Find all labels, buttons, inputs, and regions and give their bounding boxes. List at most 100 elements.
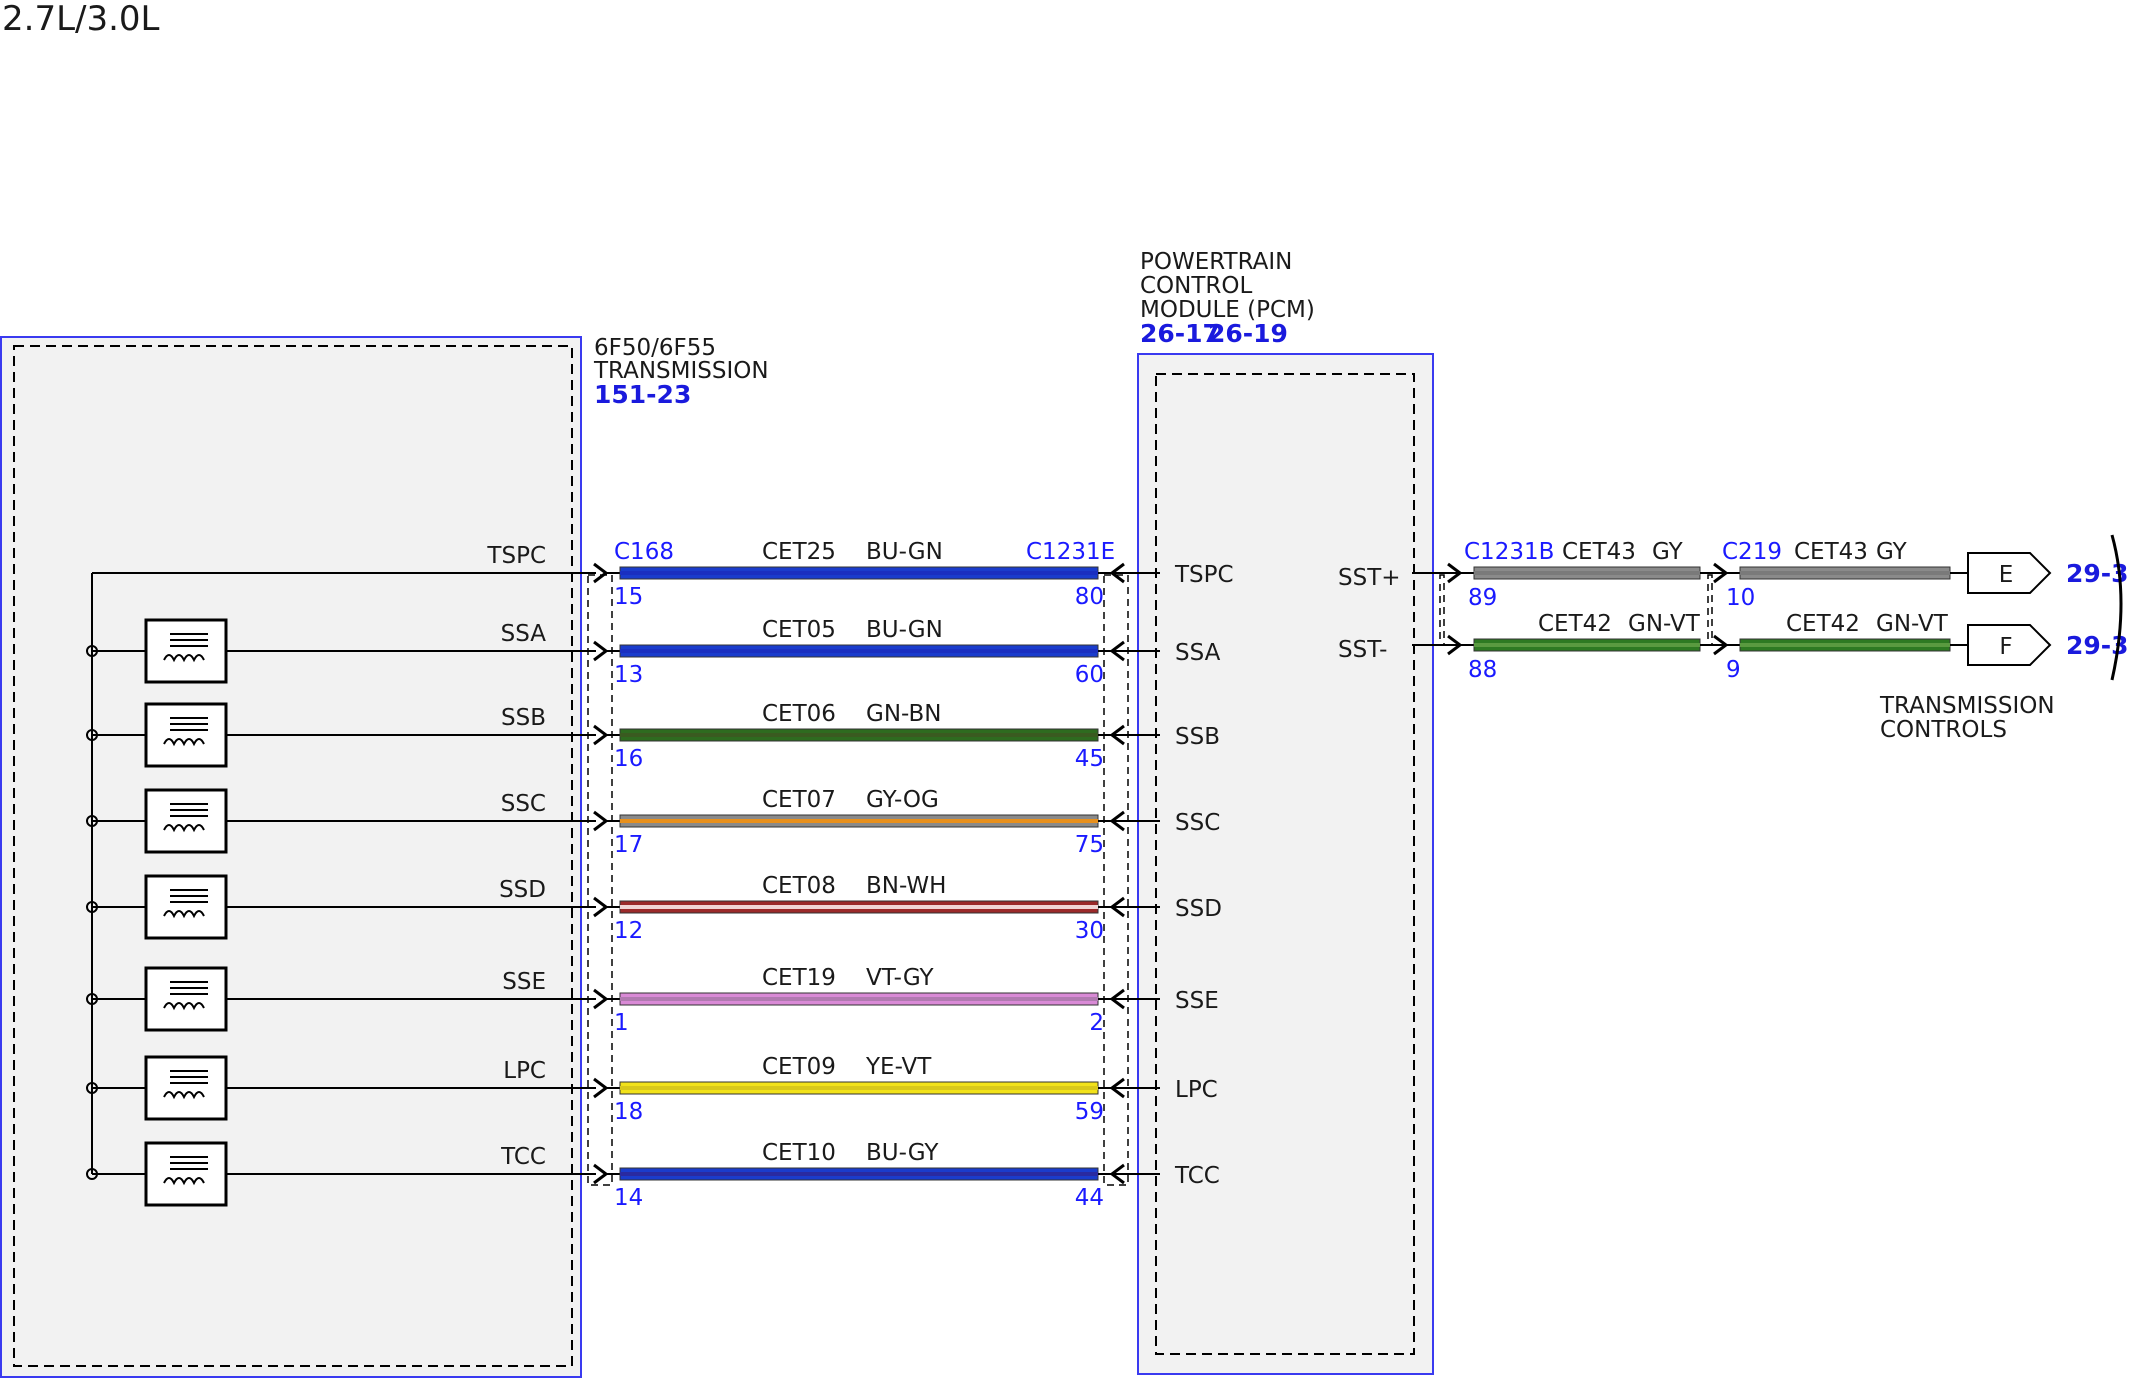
wire-cet05[interactable] [619,644,1099,658]
wire-segment-2[interactable] [1739,566,1951,580]
right-row: SST-CET42 GN-VT CET42 GN-VT88 9F 29-3 [1338,611,2129,683]
pcm-output-signal: SST+ [1338,565,1401,591]
wire-segment-1[interactable] [1473,566,1701,580]
wire-color-code: GN-BN [866,701,942,727]
connector-c1231b[interactable]: C1231B [1464,539,1554,565]
transmission-controls-label-line2: CONTROLS [1880,717,2007,743]
pin-pcm[interactable]: 44 [1075,1185,1104,1211]
pin-transmission[interactable]: 13 [614,662,643,688]
connector-c1231b-outline [1439,574,1445,646]
pcm-name-line1: POWERTRAIN [1140,249,1292,275]
circuit-id: CET06 [762,701,836,727]
signal-label-transmission: SSD [499,877,546,903]
pin-c219[interactable]: 9 [1726,657,1741,683]
pcm-output-signal: SST- [1338,637,1387,663]
transmission-ref[interactable]: 151-23 [594,380,691,409]
solenoid-icon [144,874,228,940]
circuit-id: CET25 [762,539,836,565]
wire-color-code: BU-GN [866,617,943,643]
signal-label-transmission: SSA [501,621,547,647]
wire-color-code: YE-VT [865,1054,932,1080]
signal-label-pcm: SSB [1175,724,1220,750]
pin-pcm[interactable]: 2 [1089,1010,1104,1036]
pin-transmission[interactable]: 17 [614,832,643,858]
circuit-id: CET19 [762,965,836,991]
circuit-id: CET43 [1562,539,1636,565]
wire-cet07[interactable] [619,814,1099,828]
wire-segment-1[interactable] [1473,638,1701,652]
pin-pcm[interactable]: 30 [1075,918,1104,944]
wire-cet06[interactable] [619,728,1099,742]
connector-c1231e[interactable]: C1231E [1026,539,1115,565]
transmission-controls-label-line1: TRANSMISSION [1879,693,2055,719]
wire-cet25[interactable] [619,566,1099,580]
signal-label-transmission: LPC [503,1058,546,1084]
connector-c1231e-outline [1103,574,1129,1186]
solenoid-icon [144,702,228,768]
pin-transmission[interactable]: 1 [614,1010,629,1036]
wire-cet19[interactable] [619,992,1099,1006]
pin-c1231b[interactable]: 88 [1468,657,1497,683]
circuit-id: CET07 [762,787,836,813]
signal-label-transmission: SSC [501,791,546,817]
solenoid-icon [144,618,228,684]
signal-label-pcm: SSE [1175,988,1219,1014]
circuit-id: CET42 [1538,611,1612,637]
off-page-connector[interactable]: E [1967,552,2052,594]
signal-label-transmission: TCC [500,1144,546,1170]
solenoid-icon [144,1055,228,1121]
wire-color-code: GY [1652,539,1684,565]
pin-transmission[interactable]: 18 [614,1099,643,1125]
signal-label-transmission: SSE [502,969,546,995]
wire-color-code: GY-OG [866,787,939,813]
pin-transmission[interactable]: 14 [614,1185,643,1211]
signal-label-pcm: TSPC [1174,562,1234,588]
signal-label-pcm: SSD [1175,896,1222,922]
pcm-name-line2: CONTROL [1140,273,1253,299]
wire-cet10[interactable] [619,1167,1099,1181]
wire-color-code: GY [1876,539,1908,565]
signal-label-pcm: SSC [1175,810,1220,836]
pin-pcm[interactable]: 75 [1075,832,1104,858]
circuit-id: CET08 [762,873,836,899]
connector-c168[interactable]: C168 [614,539,674,565]
wire-segment-2[interactable] [1739,638,1951,652]
wire-cet08[interactable] [619,900,1099,914]
off-page-connector[interactable]: F [1967,624,2052,666]
signal-label-transmission: SSB [501,705,546,731]
solenoid-icon [144,966,228,1032]
pin-pcm[interactable]: 45 [1075,746,1104,772]
circuit-id: CET10 [762,1140,836,1166]
circuit-id: CET05 [762,617,836,643]
pin-c219[interactable]: 10 [1726,585,1755,611]
wire-color-code: GN-VT [1876,611,1949,637]
diagram-title: 2.7L/3.0L [2,0,160,39]
solenoid-icon [144,1141,228,1207]
pin-transmission[interactable]: 15 [614,584,643,610]
wire-cet09[interactable] [619,1081,1099,1095]
pin-pcm[interactable]: 80 [1075,584,1104,610]
wire-color-code: GN-VT [1628,611,1701,637]
wire-color-code: BN-WH [866,873,946,899]
pin-transmission[interactable]: 12 [614,918,643,944]
wire-color-code: VT-GY [866,965,934,991]
pcm-box [1137,353,1434,1375]
pin-pcm[interactable]: 59 [1075,1099,1104,1125]
pin-transmission[interactable]: 16 [614,746,643,772]
transmission-box [0,336,582,1378]
off-page-tag: F [1999,634,2012,660]
wire-color-code: BU-GN [866,539,943,565]
connector-c219-outline [1707,574,1713,646]
pcm-ref-2[interactable]: 26-19 [1208,319,1288,348]
connector-c219[interactable]: C219 [1722,539,1782,565]
signal-label-transmission: TSPC [486,543,546,569]
circuit-id: CET42 [1786,611,1860,637]
signal-label-pcm: LPC [1175,1077,1218,1103]
pin-pcm[interactable]: 60 [1075,662,1104,688]
signal-label-pcm: SSA [1175,640,1221,666]
off-page-tag: E [1999,562,2014,588]
pin-c1231b[interactable]: 89 [1468,585,1497,611]
signal-label-pcm: TCC [1174,1163,1220,1189]
circuit-id: CET43 [1794,539,1868,565]
solenoid-icon [144,788,228,854]
